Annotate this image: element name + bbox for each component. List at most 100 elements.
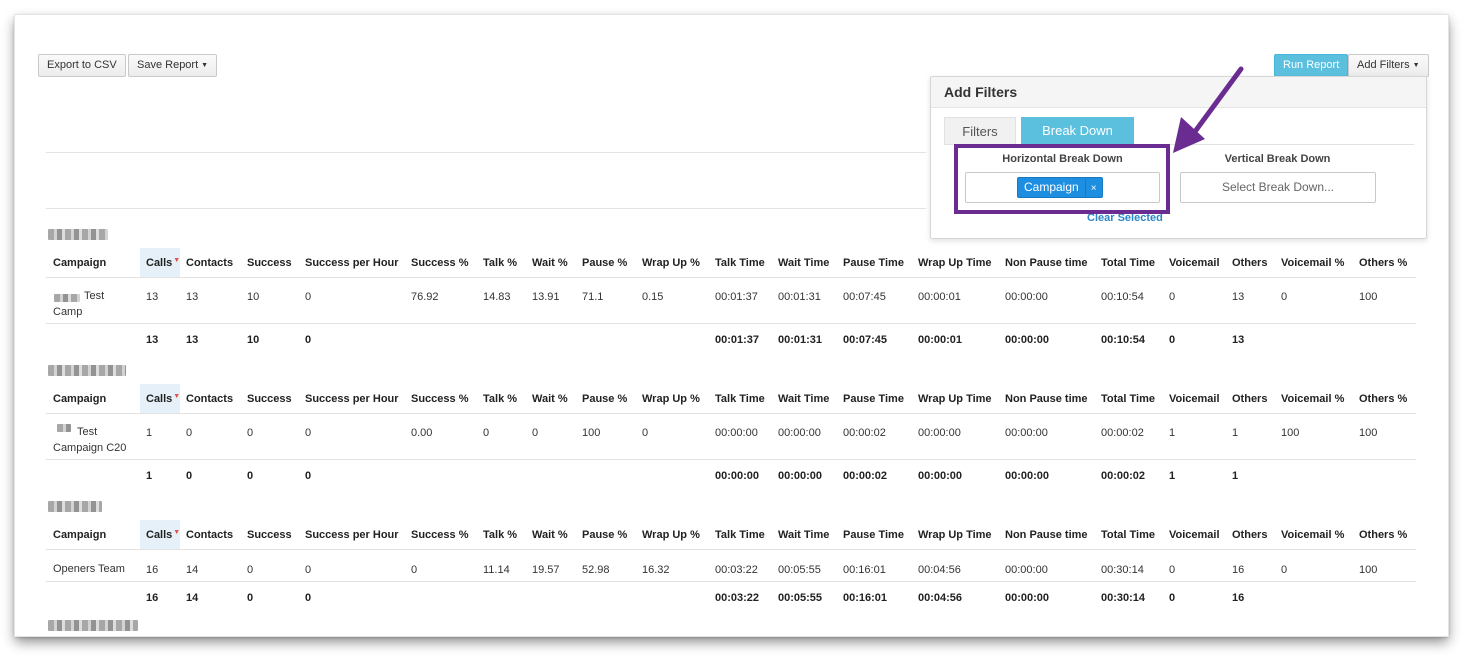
column-header-others[interactable]: Others % bbox=[1359, 257, 1407, 269]
column-header-wrap-up-time[interactable]: Wrap Up Time bbox=[918, 393, 992, 405]
data-cell: 16 bbox=[146, 564, 159, 576]
column-header-talk-time[interactable]: Talk Time bbox=[715, 393, 765, 405]
sort-desc-icon[interactable]: ▼ bbox=[173, 529, 180, 536]
sort-desc-icon[interactable]: ▼ bbox=[173, 393, 180, 400]
data-cell: 0 bbox=[247, 427, 254, 439]
column-header-voicemail[interactable]: Voicemail bbox=[1169, 257, 1220, 269]
column-header-wait-time[interactable]: Wait Time bbox=[778, 529, 829, 541]
column-header-wrap-up[interactable]: Wrap Up % bbox=[642, 393, 700, 405]
total-cell: 00:04:56 bbox=[918, 592, 963, 604]
column-header-others[interactable]: Others bbox=[1232, 529, 1267, 541]
column-header-success-per-hour[interactable]: Success per Hour bbox=[305, 393, 399, 405]
tab-filters[interactable]: Filters bbox=[944, 117, 1016, 145]
total-cell: 0 bbox=[305, 334, 312, 346]
total-cell: 0 bbox=[1169, 592, 1176, 604]
column-header-others[interactable]: Others bbox=[1232, 257, 1267, 269]
save-report-button[interactable]: Save Report ▼ bbox=[128, 54, 218, 77]
column-header-wait-time[interactable]: Wait Time bbox=[778, 257, 829, 269]
report-window: Export to CSV Save Report ▼ Run Report Ad… bbox=[15, 15, 1448, 636]
column-header-voicemail[interactable]: Voicemail % bbox=[1281, 393, 1344, 405]
column-header-others[interactable]: Others % bbox=[1359, 393, 1407, 405]
row-divider bbox=[46, 323, 1416, 324]
row-divider bbox=[46, 277, 1416, 278]
column-header-pause[interactable]: Pause % bbox=[582, 529, 627, 541]
column-header-wrap-up[interactable]: Wrap Up % bbox=[642, 529, 700, 541]
column-header-voicemail[interactable]: Voicemail bbox=[1169, 393, 1220, 405]
column-header-pause[interactable]: Pause % bbox=[582, 393, 627, 405]
column-header-others[interactable]: Others bbox=[1232, 393, 1267, 405]
column-header-talk[interactable]: Talk % bbox=[483, 393, 517, 405]
total-cell: 00:00:00 bbox=[1005, 592, 1050, 604]
column-header-total-time[interactable]: Total Time bbox=[1101, 393, 1155, 405]
column-header-contacts[interactable]: Contacts bbox=[186, 393, 233, 405]
sort-desc-icon[interactable]: ▼ bbox=[173, 257, 180, 264]
column-header-talk-time[interactable]: Talk Time bbox=[715, 257, 765, 269]
column-header-pause-time[interactable]: Pause Time bbox=[843, 257, 904, 269]
tab-break-down[interactable]: Break Down bbox=[1021, 117, 1134, 145]
column-header-campaign[interactable]: Campaign bbox=[53, 393, 106, 405]
column-header-wrap-up[interactable]: Wrap Up % bbox=[642, 257, 700, 269]
column-header-success-per-hour[interactable]: Success per Hour bbox=[305, 257, 399, 269]
column-header-pause-time[interactable]: Pause Time bbox=[843, 529, 904, 541]
column-header-wrap-up-time[interactable]: Wrap Up Time bbox=[918, 529, 992, 541]
data-cell: 00:16:01 bbox=[843, 564, 886, 576]
column-header-contacts[interactable]: Contacts bbox=[186, 257, 233, 269]
data-cell: 00:07:45 bbox=[843, 291, 886, 303]
column-header-campaign[interactable]: Campaign bbox=[53, 257, 106, 269]
export-csv-button[interactable]: Export to CSV bbox=[38, 54, 126, 77]
column-header-calls[interactable]: Calls▼ bbox=[146, 393, 180, 405]
total-cell: 00:10:54 bbox=[1101, 334, 1146, 346]
vertical-break-down-select[interactable]: Select Break Down... bbox=[1180, 172, 1376, 203]
column-header-wait[interactable]: Wait % bbox=[532, 393, 568, 405]
column-header-success[interactable]: Success % bbox=[411, 529, 468, 541]
column-header-success[interactable]: Success bbox=[247, 529, 292, 541]
data-cell: 00:00:00 bbox=[1005, 564, 1048, 576]
column-header-pause-time[interactable]: Pause Time bbox=[843, 393, 904, 405]
column-header-talk[interactable]: Talk % bbox=[483, 529, 517, 541]
data-cell: 00:04:56 bbox=[918, 564, 961, 576]
column-header-success[interactable]: Success bbox=[247, 257, 292, 269]
column-header-contacts[interactable]: Contacts bbox=[186, 529, 233, 541]
total-cell: 0 bbox=[305, 592, 312, 604]
data-cell: 14 bbox=[186, 564, 199, 576]
row-divider bbox=[46, 549, 1416, 550]
column-header-wait[interactable]: Wait % bbox=[532, 529, 568, 541]
column-header-non-pause-time[interactable]: Non Pause time bbox=[1005, 393, 1088, 405]
column-header-success[interactable]: Success bbox=[247, 393, 292, 405]
column-header-success-per-hour[interactable]: Success per Hour bbox=[305, 529, 399, 541]
column-header-success[interactable]: Success % bbox=[411, 257, 468, 269]
data-cell: 00:00:02 bbox=[1101, 427, 1144, 439]
column-header-wait-time[interactable]: Wait Time bbox=[778, 393, 829, 405]
column-header-campaign[interactable]: Campaign bbox=[53, 529, 106, 541]
row-divider bbox=[46, 413, 1416, 414]
add-filters-button[interactable]: Add Filters ▼ bbox=[1348, 54, 1429, 77]
column-header-calls[interactable]: Calls▼ bbox=[146, 257, 180, 269]
column-header-talk-time[interactable]: Talk Time bbox=[715, 529, 765, 541]
column-header-voicemail[interactable]: Voicemail % bbox=[1281, 257, 1344, 269]
column-header-non-pause-time[interactable]: Non Pause time bbox=[1005, 529, 1088, 541]
column-header-pause[interactable]: Pause % bbox=[582, 257, 627, 269]
data-cell: 0 bbox=[483, 427, 490, 439]
column-header-total-time[interactable]: Total Time bbox=[1101, 529, 1155, 541]
total-cell: 00:00:02 bbox=[843, 470, 888, 482]
column-header-non-pause-time[interactable]: Non Pause time bbox=[1005, 257, 1088, 269]
total-cell: 00:07:45 bbox=[843, 334, 888, 346]
data-cell: 00:01:31 bbox=[778, 291, 821, 303]
column-header-total-time[interactable]: Total Time bbox=[1101, 257, 1155, 269]
column-header-voicemail[interactable]: Voicemail bbox=[1169, 529, 1220, 541]
total-cell: 00:30:14 bbox=[1101, 592, 1146, 604]
column-header-wrap-up-time[interactable]: Wrap Up Time bbox=[918, 257, 992, 269]
data-cell: 00:10:54 bbox=[1101, 291, 1144, 303]
data-cell: 0.15 bbox=[642, 291, 664, 303]
run-report-button[interactable]: Run Report bbox=[1274, 54, 1349, 77]
column-header-wait[interactable]: Wait % bbox=[532, 257, 568, 269]
data-cell: 0 bbox=[1281, 564, 1288, 576]
column-header-success[interactable]: Success % bbox=[411, 393, 468, 405]
total-cell: 00:16:01 bbox=[843, 592, 888, 604]
column-header-calls[interactable]: Calls▼ bbox=[146, 529, 180, 541]
column-header-others[interactable]: Others % bbox=[1359, 529, 1407, 541]
column-header-voicemail[interactable]: Voicemail % bbox=[1281, 529, 1344, 541]
data-cell: 10 bbox=[247, 291, 260, 303]
column-header-talk[interactable]: Talk % bbox=[483, 257, 517, 269]
data-cell: 100 bbox=[1359, 564, 1378, 576]
